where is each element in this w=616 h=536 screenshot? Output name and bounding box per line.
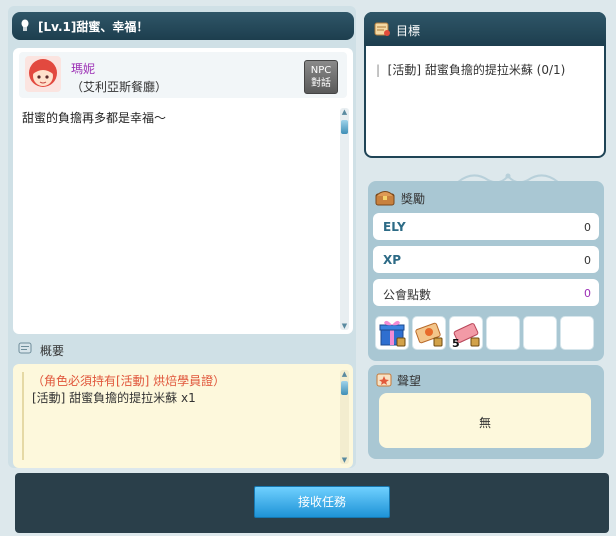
lightbulb-icon: [21, 19, 29, 31]
reward-label: ELY: [383, 220, 406, 234]
npc-avatar: [25, 56, 61, 92]
goal-item: | [活動] 甜蜜負擔的提拉米蘇 (0/1): [376, 61, 565, 78]
reward-item-slot[interactable]: [412, 316, 446, 350]
reputation-value: 無: [479, 416, 492, 430]
reward-item-slot[interactable]: 5: [449, 316, 483, 350]
scroll-down-icon[interactable]: ▼: [340, 322, 349, 330]
npc-talk-button-line1: NPC: [310, 65, 332, 76]
scroll-quest-icon: [374, 22, 390, 36]
gift-box-icon: [379, 320, 406, 347]
npc-name: 瑪妮: [71, 62, 96, 76]
summary-item-text: [活動] 甜蜜負擔的提拉米蘇 x1: [32, 391, 196, 405]
scroll-down-icon[interactable]: ▼: [340, 456, 349, 464]
reputation-badge-icon: [376, 373, 392, 387]
accept-quest-button[interactable]: 接收任務: [254, 486, 390, 518]
coupon-icon: [415, 322, 443, 347]
summary-scrollbar[interactable]: ▲ ▼: [340, 370, 349, 464]
reward-label: 公會點數: [383, 288, 432, 302]
reward-row-ely: ELY 0: [373, 213, 599, 240]
quest-title: [Lv.1]甜蜜、幸福！: [38, 20, 149, 34]
npc-header: [19, 52, 347, 98]
summary-label: 概要: [40, 344, 65, 358]
reward-row-xp: XP 0: [373, 246, 599, 273]
scroll-up-icon[interactable]: ▲: [340, 108, 349, 116]
reward-value: 0: [584, 254, 591, 267]
summary-divider: [22, 372, 24, 460]
scroll-thumb[interactable]: [341, 381, 348, 395]
reward-title: 獎勵: [401, 192, 426, 206]
npc-location: （艾利亞斯餐廳）: [71, 80, 168, 94]
reward-label: XP: [383, 253, 402, 267]
summary-required-text: （角色必須持有[活動] 烘焙學員證）: [32, 374, 226, 388]
summary-icon: [18, 342, 32, 354]
reward-value: 0: [584, 221, 591, 234]
dialog-text: 甜蜜的負擔再多都是幸福～: [22, 111, 167, 125]
reward-item-slot-empty[interactable]: [560, 316, 594, 350]
goal-bullet: |: [376, 63, 388, 77]
item-count: 5: [452, 337, 460, 350]
reward-item-slot-empty[interactable]: [486, 316, 520, 350]
npc-talk-button-line2: 對話: [311, 78, 331, 89]
reward-item-slot-empty[interactable]: [523, 316, 557, 350]
scroll-up-icon[interactable]: ▲: [340, 370, 349, 378]
reward-value: 0: [584, 287, 591, 300]
npc-talk-button[interactable]: NPC 對話: [304, 60, 338, 94]
treasure-chest-icon: [375, 191, 395, 206]
reward-item-slot[interactable]: [375, 316, 409, 350]
dialog-scrollbar[interactable]: ▲ ▼: [340, 108, 349, 330]
reputation-title: 聲望: [397, 374, 422, 388]
scroll-thumb[interactable]: [341, 120, 348, 134]
goal-title: 目標: [396, 24, 421, 38]
reward-row-guild-points: 公會點數 0: [373, 279, 599, 306]
quest-title-bar: [Lv.1]甜蜜、幸福！: [12, 12, 354, 40]
goal-item-text: [活動] 甜蜜負擔的提拉米蘇 (0/1): [387, 63, 566, 77]
